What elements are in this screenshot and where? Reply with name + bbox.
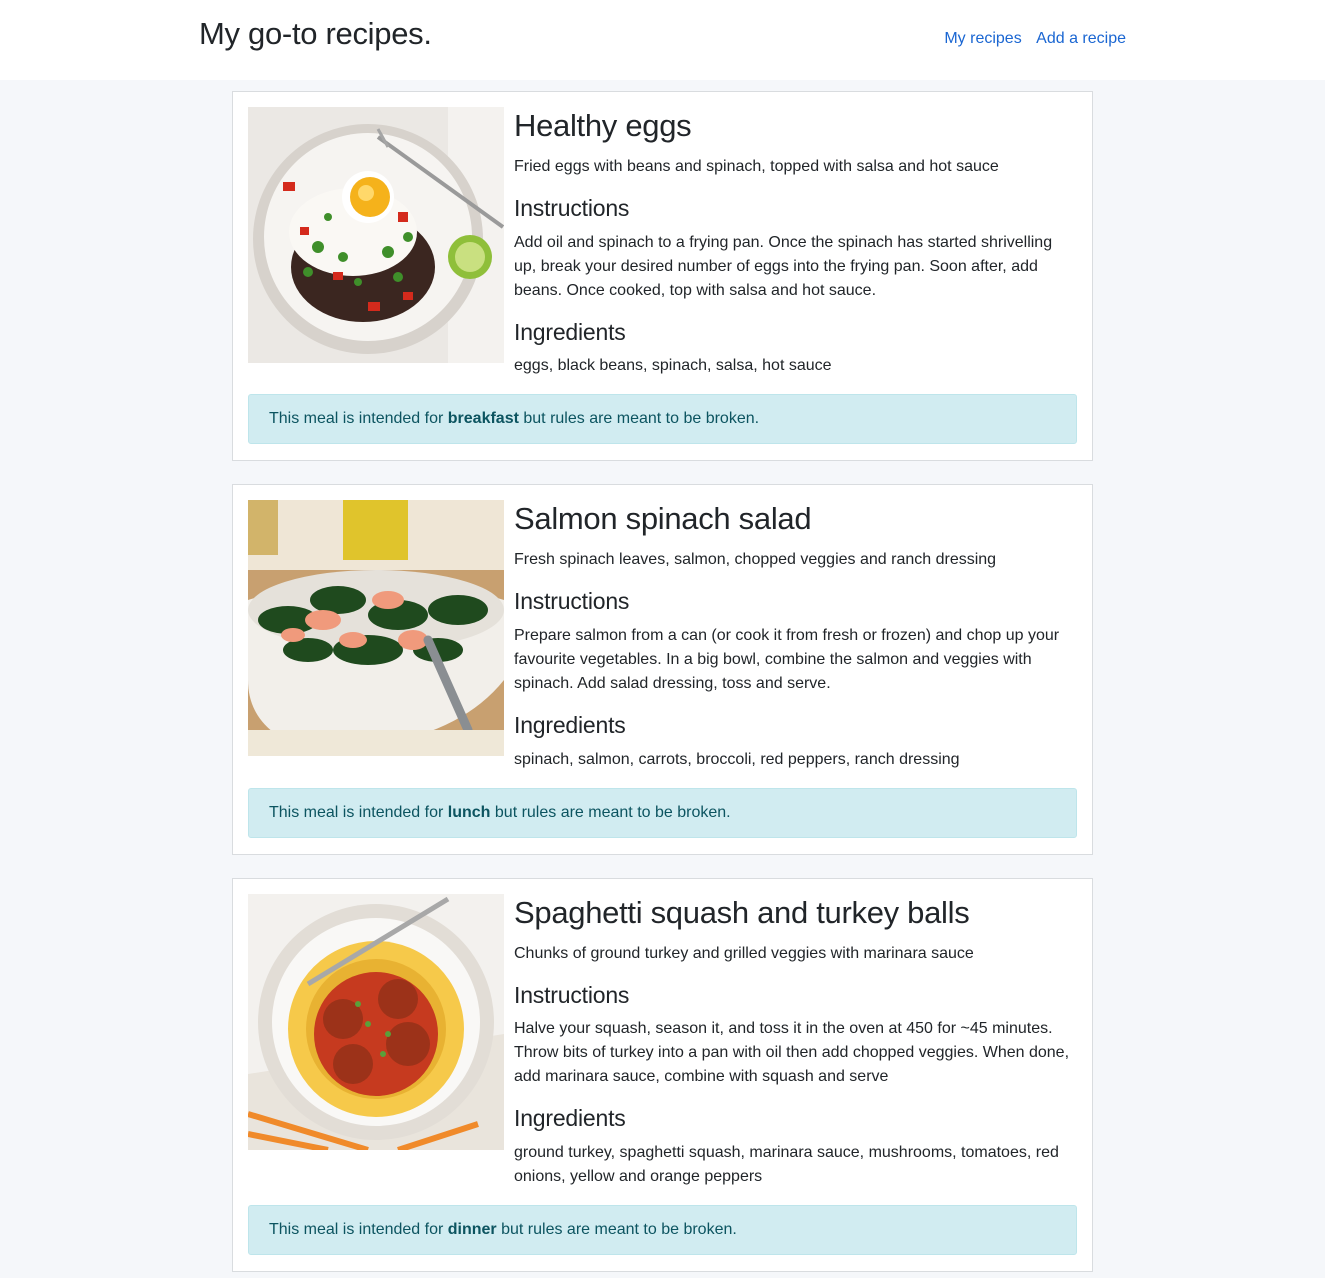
meal-time-alert: This meal is intended for breakfast but … — [248, 394, 1077, 445]
meal-type: lunch — [447, 803, 491, 821]
recipe-title: Healthy eggs — [514, 108, 692, 143]
alert-suffix: but rules are meant to be broken. — [494, 803, 731, 821]
meal-type: dinner — [447, 1220, 497, 1238]
ingredients-heading: Ingredients — [514, 318, 626, 345]
recipe-content: Healthy eggs Fried eggs with beans and s… — [514, 107, 1077, 378]
recipe-card: Healthy eggs Fried eggs with beans and s… — [232, 91, 1093, 462]
recipe-instructions: Add oil and spinach to a frying pan. Onc… — [514, 233, 1053, 299]
recipe-content: Spaghetti squash and turkey balls Chunks… — [514, 894, 1077, 1189]
recipe-list: Healthy eggs Fried eggs with beans and s… — [232, 91, 1093, 1272]
meal-type: breakfast — [447, 410, 519, 428]
recipe-instructions: Halve your squash, season it, and toss i… — [514, 1020, 1070, 1086]
main-nav: My recipes Add a recipe — [934, 30, 1126, 48]
alert-prefix: This meal is intended for — [269, 803, 444, 821]
recipe-title: Salmon spinach salad — [514, 501, 812, 537]
recipe-description: Fried eggs with beans and spinach, toppe… — [514, 158, 999, 176]
recipe-instructions: Prepare salmon from a can (or cook it fr… — [514, 626, 1060, 692]
site-title: My go-to recipes. — [199, 16, 432, 51]
meal-time-alert: This meal is intended for dinner but rul… — [248, 1204, 1077, 1255]
recipe-description: Fresh spinach leaves, salmon, chopped ve… — [514, 551, 997, 569]
recipe-card: Spaghetti squash and turkey balls Chunks… — [232, 877, 1093, 1272]
recipe-image-salmon-salad — [248, 500, 504, 757]
alert-prefix: This meal is intended for — [269, 1220, 444, 1238]
recipe-description: Chunks of ground turkey and grilled vegg… — [514, 944, 974, 962]
alert-suffix: but rules are meant to be broken. — [501, 1220, 737, 1238]
recipe-card: Salmon spinach salad Fresh spinach leave… — [232, 484, 1093, 855]
instructions-heading: Instructions — [514, 981, 630, 1008]
recipe-title: Spaghetti squash and turkey balls — [514, 894, 970, 930]
alert-prefix: This meal is intended for — [269, 410, 444, 428]
recipe-ingredients: spinach, salmon, carrots, broccoli, red … — [514, 750, 960, 768]
ingredients-heading: Ingredients — [514, 711, 626, 738]
ingredients-heading: Ingredients — [514, 1105, 626, 1132]
recipe-ingredients: ground turkey, spaghetti squash, marinar… — [514, 1143, 1059, 1185]
alert-suffix: but rules are meant to be broken. — [523, 410, 760, 428]
instructions-heading: Instructions — [514, 588, 630, 615]
instructions-heading: Instructions — [514, 195, 630, 222]
recipe-image-spaghetti-squash — [248, 893, 504, 1150]
recipe-ingredients: eggs, black beans, spinach, salsa, hot s… — [514, 357, 832, 375]
nav-link-my-recipes[interactable]: My recipes — [944, 30, 1021, 47]
top-navbar: My go-to recipes. My recipes Add a recip… — [0, 0, 1325, 80]
nav-link-add-recipe[interactable]: Add a recipe — [1036, 30, 1126, 47]
recipe-image-fried-eggs — [248, 107, 504, 363]
recipe-content: Salmon spinach salad Fresh spinach leave… — [514, 500, 1077, 771]
meal-time-alert: This meal is intended for lunch but rule… — [248, 787, 1077, 838]
